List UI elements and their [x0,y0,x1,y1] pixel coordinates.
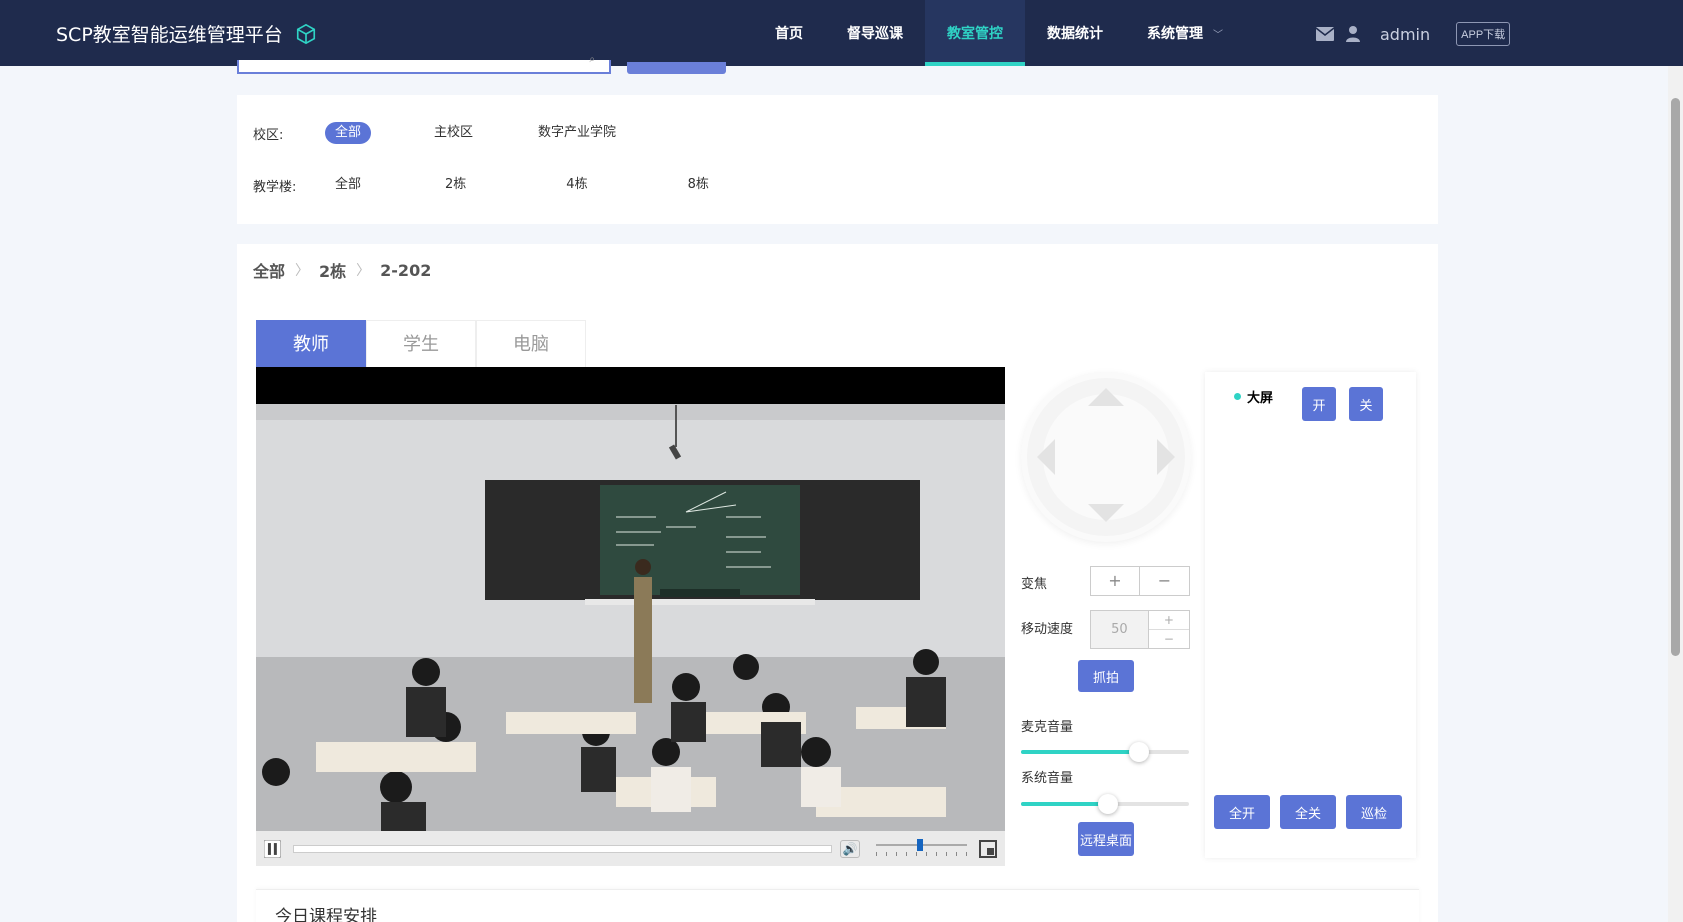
system-volume-label: 系统音量 [1021,771,1074,786]
campus-option-all[interactable]: 全部 [325,122,372,144]
tab-computer[interactable]: 电脑 [476,320,586,367]
building-filter-row: 教学楼: 全部 2栋 4栋 8栋 [253,174,719,196]
nav-statistics[interactable]: 数据统计 [1025,0,1125,66]
breadcrumb-item[interactable]: 全部 [253,258,285,282]
ptz-down-arrow-icon[interactable] [1088,504,1124,522]
ptz-left-arrow-icon[interactable] [1037,439,1055,475]
main-nav: 首页 督导巡课 教室管控 数据统计 系统管理 ﹀ [753,0,1245,66]
classroom-control-panel: 全部 〉 2栋 〉 2-202 教师 学生 电脑 🔊 变焦 + − 移动速度 5… [237,244,1438,922]
move-speed-stepper[interactable]: 50 + − [1090,610,1190,649]
move-speed-label: 移动速度 [1021,622,1074,637]
breadcrumb-item[interactable]: 2栋 [319,258,346,282]
campus-option-main[interactable]: 主校区 [424,122,483,144]
chevron-down-icon: ﹀ [1213,30,1223,41]
cube-logo-icon [296,23,315,44]
nav-supervision[interactable]: 督导巡课 [825,0,925,66]
nav-home[interactable]: 首页 [753,0,825,66]
building-option-4[interactable]: 4栋 [556,174,597,196]
zoom-in-button[interactable]: + [1090,566,1140,596]
move-speed-value[interactable]: 50 [1091,611,1148,648]
speed-decrease-button[interactable]: − [1148,629,1189,648]
app-title: SCP教室智能运维管理平台 [56,24,283,46]
zoom-buttons: + − [1090,566,1190,596]
device-control-panel: 大屏 开 关 全开 全关 巡检 [1205,372,1416,858]
player-volume-thumb[interactable] [917,838,924,851]
schedule-title: 今日课程安排 [275,907,377,922]
tab-student[interactable]: 学生 [366,320,476,367]
nav-classroom-control[interactable]: 教室管控 [925,0,1025,66]
system-volume-knob[interactable] [1098,794,1118,814]
video-player[interactable] [256,367,1005,858]
mic-volume-slider[interactable] [1021,742,1189,762]
system-volume-slider[interactable] [1021,794,1189,814]
ptz-direction-pad[interactable] [1021,372,1191,542]
breadcrumb-item: 2-202 [380,260,432,280]
user-area: admin APP下载 [1316,22,1511,46]
campus-filter-row: 校区: 全部 主校区 数字产业学院 [253,122,626,144]
player-volume-slider[interactable] [876,838,968,859]
search-icon: ⌕ [589,54,595,65]
mail-icon[interactable] [1316,27,1334,41]
all-on-button[interactable]: 全开 [1214,795,1270,829]
campus-label: 校区: [253,127,284,143]
mic-volume-label: 麦克音量 [1021,720,1074,735]
device-on-button[interactable]: 开 [1302,387,1336,421]
campus-option-digital[interactable]: 数字产业学院 [528,122,626,144]
nav-label: 系统管理 [1147,26,1203,42]
nav-system-management[interactable]: 系统管理 ﹀ [1125,0,1245,66]
ptz-up-arrow-icon[interactable] [1088,388,1124,406]
nav-label: 数据统计 [1047,26,1103,42]
ptz-right-arrow-icon[interactable] [1157,439,1175,475]
patrol-button[interactable]: 巡检 [1346,795,1402,829]
chevron-right-icon: 〉 [295,263,310,279]
top-navbar: SCP教室智能运维管理平台 首页 督导巡课 教室管控 数据统计 系统管理 ﹀ ad… [0,0,1683,66]
fullscreen-icon[interactable] [979,839,997,858]
nav-label: 首页 [775,26,803,42]
speaker-icon[interactable]: 🔊 [840,839,861,858]
remote-desktop-button[interactable]: 远程桌面 [1078,822,1134,856]
chevron-right-icon: 〉 [356,263,371,279]
video-seek-bar[interactable] [292,844,833,853]
device-row-screen: 大屏 [1234,387,1273,406]
device-off-button[interactable]: 关 [1349,387,1383,421]
ptz-center [1043,394,1169,520]
camera-tabs: 教师 学生 电脑 [256,320,586,367]
mic-volume-knob[interactable] [1129,742,1149,762]
video-control-bar: 🔊 [256,831,1005,866]
building-option-all[interactable]: 全部 [325,174,371,196]
zoom-out-button[interactable]: − [1140,566,1190,596]
device-name: 大屏 [1247,391,1274,406]
classroom-video-frame [256,367,1005,858]
scrollbar-thumb[interactable] [1671,98,1680,656]
tab-teacher[interactable]: 教师 [256,320,366,367]
building-label: 教学楼: [253,179,297,195]
zoom-label: 变焦 [1021,577,1048,592]
building-option-8[interactable]: 8栋 [678,174,719,196]
user-icon[interactable] [1346,26,1360,42]
all-off-button[interactable]: 全关 [1280,795,1336,829]
nav-label: 督导巡课 [847,26,903,42]
search-button[interactable] [627,62,726,74]
breadcrumb: 全部 〉 2栋 〉 2-202 [253,258,431,282]
app-download-button[interactable]: APP下载 [1456,22,1511,46]
today-schedule-card: 今日课程安排 [256,889,1419,922]
username[interactable]: admin [1380,25,1430,44]
search-input[interactable]: ⌕ [237,54,611,74]
nav-label: 教室管控 [947,26,1003,42]
status-dot-icon [1234,393,1241,400]
speed-increase-button[interactable]: + [1149,611,1189,629]
capture-button[interactable]: 抓拍 [1078,660,1134,692]
filter-panel: 校区: 全部 主校区 数字产业学院 教学楼: 全部 2栋 4栋 8栋 [237,95,1438,224]
building-option-2[interactable]: 2栋 [435,174,476,196]
brand: SCP教室智能运维管理平台 [56,20,317,47]
pause-icon[interactable] [264,839,281,858]
page-scrollbar[interactable] [1668,66,1683,922]
